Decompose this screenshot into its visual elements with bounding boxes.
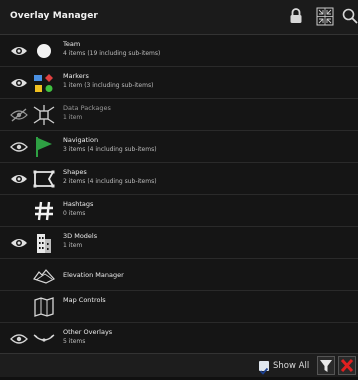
show-all-label[interactable]: Show All xyxy=(273,361,309,371)
item-count: 3 items (4 including sub-items) xyxy=(63,146,157,153)
overlay-list: Team 4 items (19 including sub-items) Ma… xyxy=(0,35,358,353)
visibility-eye-icon[interactable] xyxy=(10,76,28,90)
item-name: Team xyxy=(63,40,81,48)
item-name: Shapes xyxy=(63,168,87,176)
item-count: 0 items xyxy=(63,210,86,217)
item-count: 1 item (3 including sub-items) xyxy=(63,82,154,89)
map-controls-icon xyxy=(34,297,54,317)
search-icon[interactable] xyxy=(342,7,358,25)
item-count: 5 items xyxy=(63,338,86,345)
data-packages-icon xyxy=(33,105,55,125)
other-overlays-icon xyxy=(33,334,55,342)
shapes-icon xyxy=(33,170,55,188)
elevation-icon xyxy=(33,269,55,284)
visibility-eye-icon[interactable] xyxy=(10,332,28,346)
hashtag-icon xyxy=(35,201,53,221)
overlay-footer: Show All xyxy=(0,353,358,377)
show-all-checkbox[interactable] xyxy=(259,361,269,375)
overlay-item-markers[interactable]: Markers 1 item (3 including sub-items) xyxy=(0,67,358,99)
item-count: 1 item xyxy=(63,114,83,121)
item-name: Hashtags xyxy=(63,200,94,208)
overlay-item-hashtags[interactable]: Hashtags 0 items xyxy=(0,195,358,227)
item-name: Markers xyxy=(63,72,89,80)
item-name: Elevation Manager xyxy=(63,271,124,279)
3d-models-icon xyxy=(37,234,51,253)
filter-icon[interactable] xyxy=(317,356,335,375)
overlay-item-map-controls[interactable]: Map Controls xyxy=(0,291,358,323)
overlay-item-3d-models[interactable]: 3D Models 1 item xyxy=(0,227,358,259)
overlay-manager-header: Overlay Manager xyxy=(0,0,358,35)
item-name: Data Packages xyxy=(63,104,111,112)
item-count: 2 items (4 including sub-items) xyxy=(63,178,157,185)
green-flag-icon xyxy=(36,137,52,157)
markers-icon xyxy=(34,74,53,92)
item-name: 3D Models xyxy=(63,232,98,240)
lock-icon[interactable] xyxy=(289,7,303,25)
close-icon[interactable] xyxy=(338,356,356,375)
item-name: Other Overlays xyxy=(63,328,113,336)
visibility-hidden-icon[interactable] xyxy=(10,108,28,122)
visibility-eye-icon[interactable] xyxy=(10,140,28,154)
visibility-eye-icon[interactable] xyxy=(10,172,28,186)
overlay-item-team[interactable]: Team 4 items (19 including sub-items) xyxy=(0,35,358,67)
checkmark-icon xyxy=(259,367,269,375)
item-name: Map Controls xyxy=(63,296,106,304)
item-count: 1 item xyxy=(63,242,83,249)
overlay-item-navigation[interactable]: Navigation 3 items (4 including sub-item… xyxy=(0,131,358,163)
overlay-item-shapes[interactable]: Shapes 2 items (4 including sub-items) xyxy=(0,163,358,195)
visibility-eye-icon[interactable] xyxy=(10,44,28,58)
overlay-item-elevation-manager[interactable]: Elevation Manager xyxy=(0,259,358,291)
item-count: 4 items (19 including sub-items) xyxy=(63,50,161,57)
panel-title: Overlay Manager xyxy=(10,11,98,21)
item-name: Navigation xyxy=(63,136,99,144)
overlay-item-data-packages[interactable]: Data Packages 1 item xyxy=(0,99,358,131)
overlay-item-other-overlays[interactable]: Other Overlays 5 items xyxy=(0,323,358,355)
expand-collapse-icon[interactable] xyxy=(316,7,334,26)
visibility-eye-icon[interactable] xyxy=(10,236,28,250)
team-circle-icon xyxy=(37,44,51,58)
